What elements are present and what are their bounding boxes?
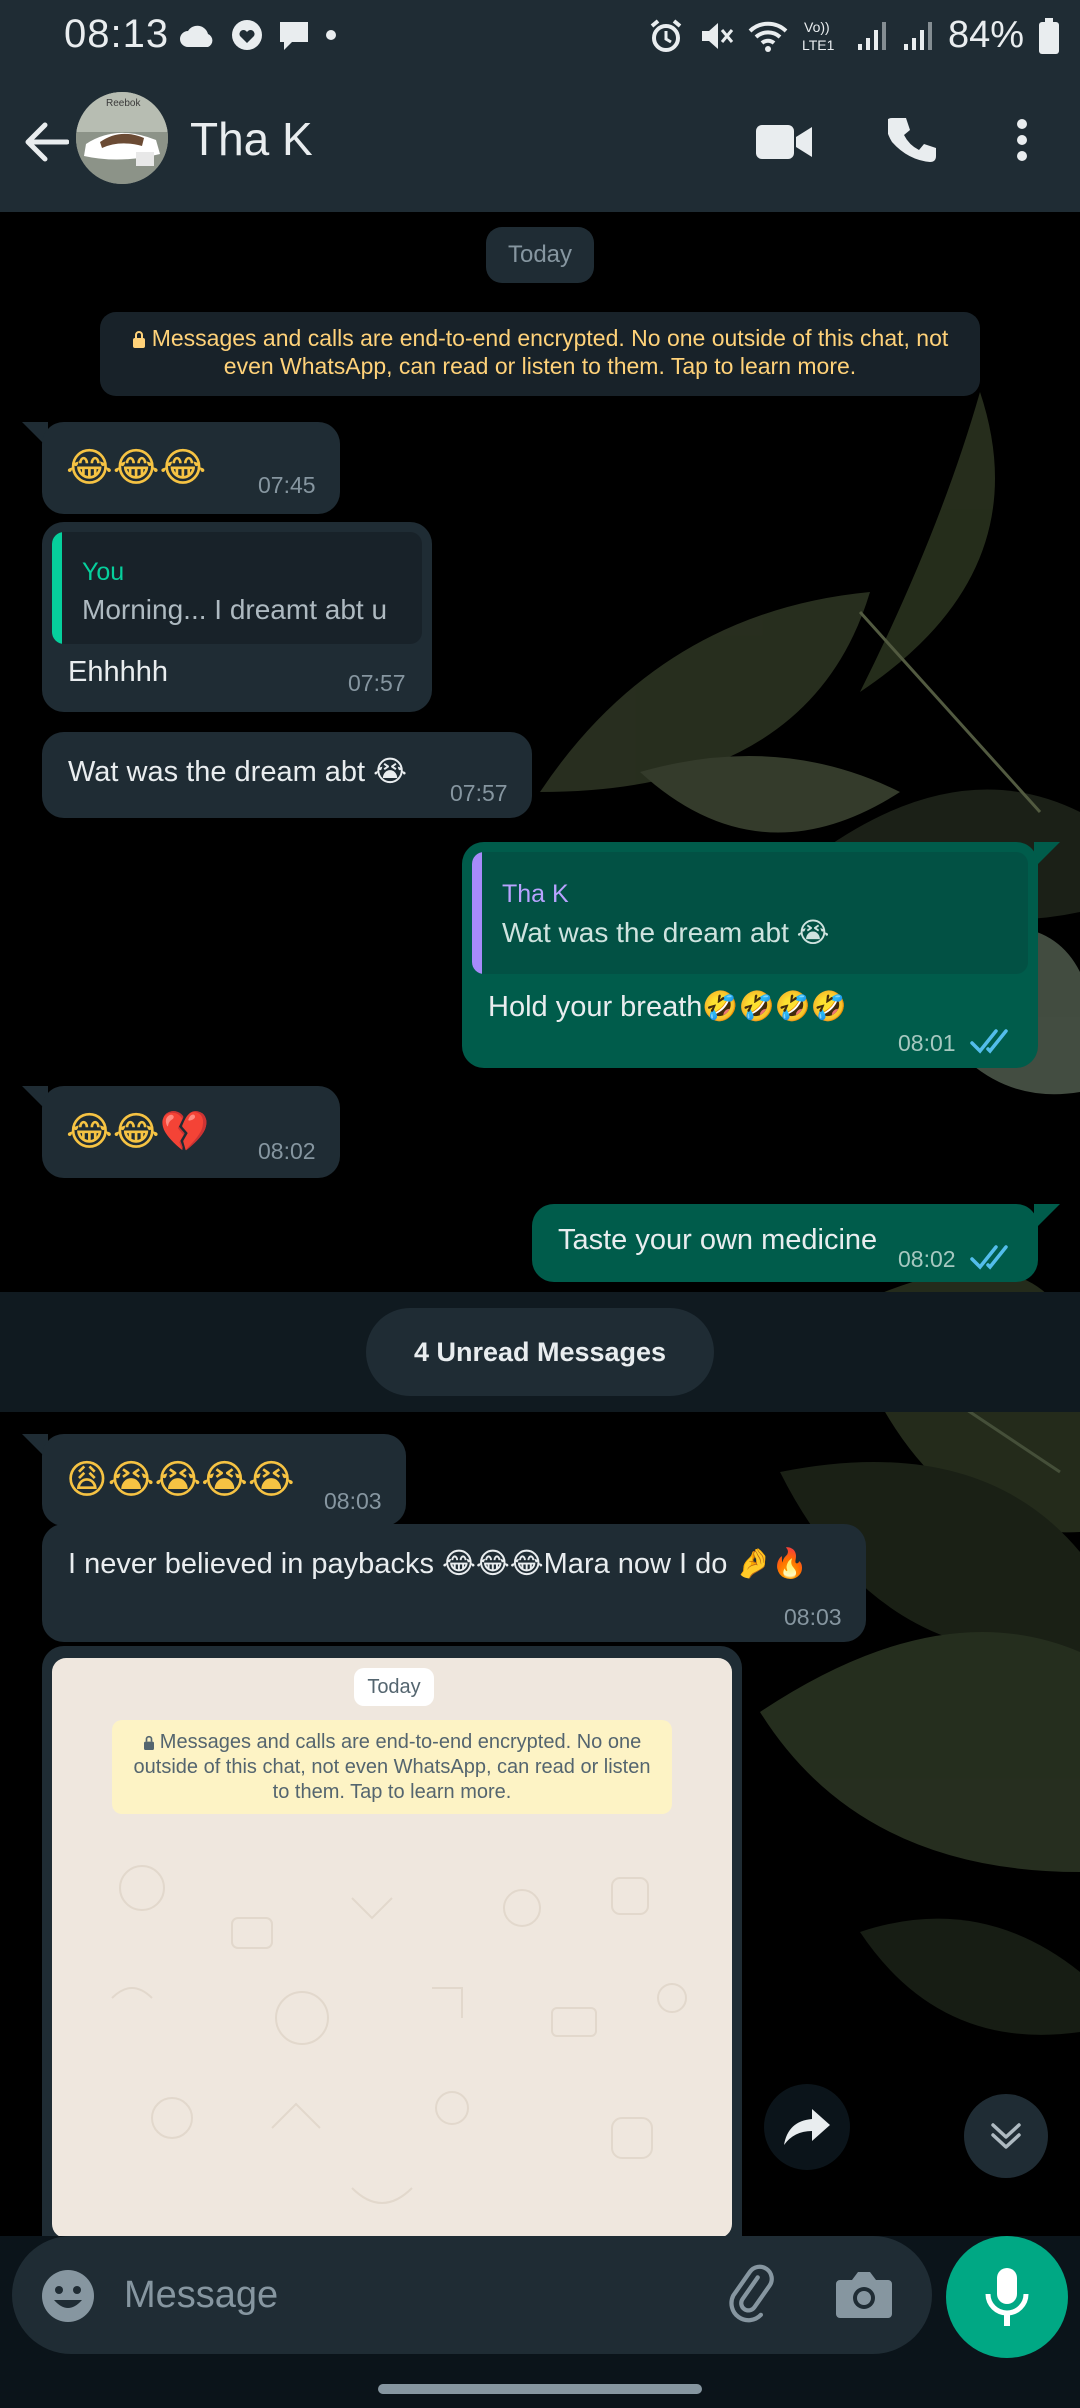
paperclip-icon[interactable] [718, 2262, 782, 2326]
voice-message-button[interactable] [946, 2236, 1068, 2358]
lock-icon [143, 1735, 154, 1750]
message-text: 😩😭😭😭😭 [66, 1457, 295, 1503]
voice-call-icon [888, 118, 936, 162]
message-time: 08:02 [898, 1246, 956, 1272]
message-time: 08:01 [898, 1030, 956, 1056]
chat-header: Reebok Tha K [0, 72, 1080, 212]
message-bubble-outgoing[interactable]: Taste your own medicine 08:02 [532, 1204, 1038, 1282]
more-options-button[interactable] [1000, 108, 1044, 172]
status-time: 08:13 [64, 12, 170, 56]
preview-date-chip: Today [354, 1668, 434, 1706]
message-text: Hold your breath🤣🤣🤣🤣 [488, 991, 847, 1023]
message-time: 07:57 [348, 670, 406, 696]
message-bubble-outgoing-reply[interactable]: Tha K Wat was the dream abt 😭 Hold your … [462, 842, 1038, 1068]
signal-icon-1 [857, 21, 886, 50]
message-text: Taste your own medicine [558, 1224, 878, 1256]
preview-encryption-text: Messages and calls are end-to-end encryp… [133, 1731, 651, 1803]
status-system-icons: Vo)) LTE1 84% [648, 14, 1060, 57]
emoji-icon[interactable] [38, 2266, 98, 2326]
svg-text:Vo)): Vo)) [804, 19, 830, 35]
message-text: I never believed in paybacks 😂😂😂Mara now… [68, 1548, 808, 1580]
message-composer [12, 2236, 932, 2354]
date-chip: Today [486, 227, 594, 283]
cloud-icon [180, 25, 213, 47]
double-chevron-down-icon [991, 2123, 1021, 2149]
back-arrow-icon [25, 122, 69, 162]
image-message-preview[interactable]: Today Messages and calls are end-to-end … [52, 1658, 732, 2236]
microphone-icon [985, 2268, 1029, 2326]
contact-avatar[interactable]: Reebok [76, 92, 168, 184]
message-time: 08:02 [258, 1138, 316, 1164]
wifi-icon [748, 21, 788, 52]
battery-percentage: 84% [947, 14, 1024, 56]
status-bar: 08:13 Vo)) LTE1 84% [0, 0, 1080, 72]
message-time: 08:03 [324, 1488, 382, 1514]
message-bubble-incoming[interactable]: 😂😂💔 08:02 [42, 1086, 340, 1178]
chat-area[interactable]: Today Messages and calls are end-to-end … [0, 212, 1080, 2236]
unread-messages-chip: 4 Unread Messages [366, 1308, 714, 1396]
alarm-icon [650, 18, 682, 52]
image-message[interactable]: Today Messages and calls are end-to-end … [42, 1646, 742, 2236]
message-text: 😂😂💔 [66, 1109, 210, 1155]
back-button[interactable] [14, 110, 78, 174]
status-notification-icons [178, 18, 338, 52]
heart-message-icon [232, 20, 262, 50]
quoted-message[interactable]: You Morning... I dreamt abt u [52, 532, 422, 644]
message-time: 07:57 [450, 780, 508, 806]
home-indicator[interactable] [378, 2384, 702, 2394]
avatar-image: Reebok [76, 92, 168, 184]
lock-icon [132, 331, 145, 348]
video-call-button[interactable] [752, 110, 816, 174]
quote-accent-bar [52, 532, 62, 644]
quote-accent-bar [472, 852, 482, 974]
message-text: 😂😂😂 [66, 445, 207, 491]
dot-icon [326, 30, 336, 40]
quote-author: You [82, 558, 125, 586]
message-text: Ehhhhh [68, 656, 168, 688]
chat-bubble-icon [280, 22, 308, 50]
battery-icon [1039, 17, 1059, 54]
contact-name[interactable]: Tha K [190, 112, 313, 166]
svg-text:Reebok: Reebok [106, 98, 141, 109]
message-input[interactable] [124, 2260, 684, 2330]
forward-button[interactable] [764, 2084, 850, 2170]
forward-icon [784, 2109, 830, 2145]
message-bubble-incoming-reply[interactable]: You Morning... I dreamt abt u Ehhhhh 07:… [42, 522, 432, 712]
more-options-icon [1017, 119, 1027, 161]
message-text: Wat was the dream abt 😭 [68, 756, 408, 788]
voice-call-button[interactable] [880, 108, 944, 172]
double-check-icon [970, 1245, 1008, 1270]
double-check-icon [970, 1029, 1008, 1054]
mute-icon [701, 22, 734, 49]
quote-text: Morning... I dreamt abt u [82, 594, 388, 625]
quote-author: Tha K [502, 880, 569, 908]
message-bubble-incoming[interactable]: 😂😂😂 07:45 [42, 422, 340, 514]
message-bubble-incoming[interactable]: Wat was the dream abt 😭 07:57 [42, 732, 532, 818]
volte-icon: Vo)) LTE1 [802, 19, 835, 53]
message-bubble-incoming[interactable]: 😩😭😭😭😭 08:03 [42, 1434, 406, 1526]
camera-icon[interactable] [834, 2266, 894, 2322]
composer-bar [0, 2236, 1080, 2408]
encryption-notice-text: Messages and calls are end-to-end encryp… [151, 325, 949, 379]
scroll-to-bottom-button[interactable] [964, 2094, 1048, 2178]
video-call-icon [756, 125, 812, 159]
quoted-message[interactable]: Tha K Wat was the dream abt 😭 [472, 852, 1028, 974]
svg-text:LTE1: LTE1 [802, 37, 835, 53]
encryption-notice[interactable]: Messages and calls are end-to-end encryp… [100, 312, 980, 396]
message-time: 08:03 [784, 1604, 842, 1630]
signal-icon-2 [903, 21, 932, 50]
quote-text: Wat was the dream abt 😭 [502, 917, 830, 948]
preview-encryption-notice: Messages and calls are end-to-end encryp… [112, 1720, 672, 1814]
message-bubble-incoming[interactable]: I never believed in paybacks 😂😂😂Mara now… [42, 1524, 866, 1642]
message-time: 07:45 [258, 472, 316, 498]
unread-divider: 4 Unread Messages [0, 1292, 1080, 1412]
